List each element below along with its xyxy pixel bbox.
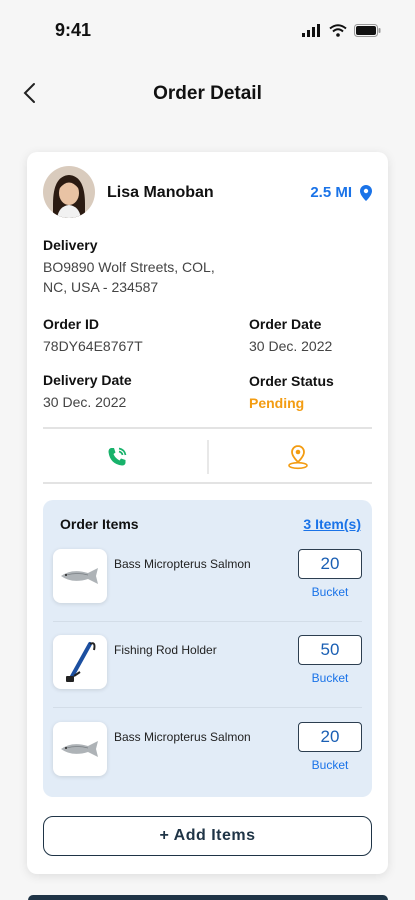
fish-icon (61, 568, 98, 584)
delivery-label: Delivery (43, 237, 98, 253)
order-card: Lisa Manoban 2.5 MI Delivery BO9890 Wolf… (27, 152, 388, 874)
item-thumbnail (53, 549, 107, 603)
order-items-section: Order Items 3 Item(s) Bass Micropterus S… (43, 500, 372, 797)
item-thumbnail (53, 635, 107, 689)
delivery-date-label: Delivery Date (43, 372, 132, 388)
distance-value: 2.5 MI (310, 184, 352, 201)
avatar (43, 166, 95, 218)
item-name: Bass Micropterus Salmon (114, 730, 251, 744)
add-items-button[interactable]: + Add Items (43, 816, 372, 856)
divider (43, 427, 372, 429)
quantity-field[interactable]: 50 (298, 635, 362, 665)
nav-bar: Order Detail (0, 72, 415, 116)
phone-icon (108, 447, 127, 466)
order-status-value: Pending (249, 395, 305, 411)
item-thumbnail (53, 722, 107, 776)
item-divider (53, 707, 362, 708)
location-pin-icon (360, 184, 372, 201)
divider (43, 482, 372, 484)
order-date-label: Order Date (249, 316, 322, 332)
quantity-unit: Bucket (311, 671, 349, 685)
delivery-date-value: 30 Dec. 2022 (43, 394, 127, 410)
order-status-label: Order Status (249, 373, 334, 389)
order-id-label: Order ID (43, 316, 100, 332)
fishing-rod-icon (66, 642, 96, 682)
item-divider (53, 621, 362, 622)
quantity-field[interactable]: 20 (298, 722, 362, 752)
list-item[interactable]: Bass Micropterus Salmon 20 Bucket (43, 549, 372, 629)
fish-icon (61, 741, 98, 757)
item-name: Fishing Rod Holder (114, 643, 217, 657)
status-icons (302, 24, 381, 37)
action-divider (207, 440, 209, 474)
order-items-title: Order Items (60, 516, 139, 532)
page-title: Order Detail (153, 83, 262, 104)
item-name: Bass Micropterus Salmon (114, 557, 251, 571)
battery-icon (354, 24, 381, 37)
bottom-action-bar[interactable] (28, 895, 388, 900)
quantity-unit: Bucket (311, 758, 349, 772)
list-item[interactable]: Fishing Rod Holder 50 Bucket (43, 635, 372, 715)
list-item[interactable]: Bass Micropterus Salmon 20 Bucket (43, 722, 372, 802)
delivery-address-line1: BO9890 Wolf Streets, COL, (43, 259, 215, 275)
status-time: 9:41 (55, 20, 92, 40)
wifi-icon (329, 24, 347, 37)
map-pin-icon (288, 445, 308, 470)
distance-badge[interactable]: 2.5 MI (310, 184, 372, 201)
signal-icon (302, 24, 320, 37)
items-count-link[interactable]: 3 Item(s) (303, 516, 361, 532)
status-bar: 9:41 (0, 0, 415, 60)
delivery-address-line2: NC, USA - 234587 (43, 279, 159, 295)
customer-name: Lisa Manoban (107, 184, 214, 201)
navigate-button[interactable] (283, 442, 313, 472)
quantity-field[interactable]: 20 (298, 549, 362, 579)
quantity-unit: Bucket (311, 585, 349, 599)
call-button[interactable] (102, 442, 132, 472)
order-id-value: 78DY64E8767T (43, 338, 143, 354)
order-date-value: 30 Dec. 2022 (249, 338, 333, 354)
